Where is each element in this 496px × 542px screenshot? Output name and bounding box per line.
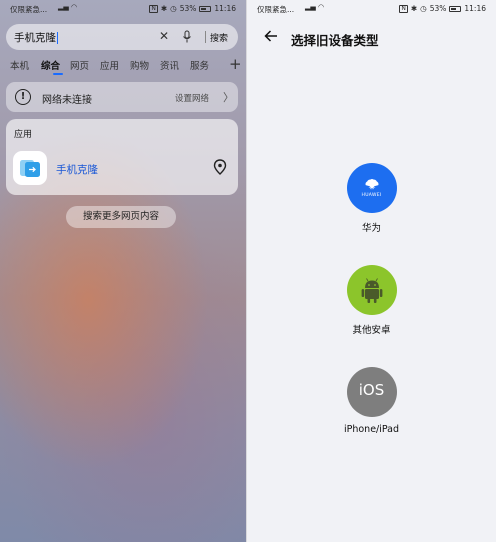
search-more-web-button[interactable]: 搜索更多网页内容 [66,206,176,228]
app-results-card: 应用 手机克隆 [6,119,238,195]
microphone-icon[interactable] [182,30,192,44]
battery-icon [199,5,212,12]
tab-apps[interactable]: 应用 [100,58,119,72]
add-tab-button[interactable]: + [229,55,242,73]
clock: 11:16 [214,4,236,13]
phone-clone-app-icon[interactable] [13,151,47,185]
network-settings-link[interactable]: 设置网络 [175,92,209,104]
signal-wifi-icon: ▂▄ ◠ [58,3,78,11]
device-option-huawei[interactable]: HUAWEI 华为 [247,163,496,234]
ios-logo-text: iOS [358,381,385,399]
device-option-ios[interactable]: iOS iPhone/iPad [247,367,496,435]
nfc-icon: N [399,4,408,13]
carrier-text: 仅限紧急... [257,5,295,14]
back-arrow-icon[interactable] [263,28,279,44]
text-cursor [57,32,58,44]
network-warning-card[interactable]: ! 网络未连接 设置网络 〉 [6,82,238,112]
huawei-logo-text: HUAWEI [361,193,382,198]
tab-all[interactable]: 综合 [41,58,60,72]
clear-icon[interactable]: ✕ [159,29,169,43]
page-title: 选择旧设备类型 [291,33,379,48]
network-status-text: 网络未连接 [42,95,92,106]
app-name-link[interactable]: 手机克隆 [56,162,98,177]
device-select-screen: 仅限紧急... ▂▄ ◠ N ✱ ◷ 53% 11:16 选择旧设备类型 HUA… [247,0,496,542]
search-bar[interactable]: 手机克隆 ✕ 搜索 [6,24,238,50]
signal-wifi-icon: ▂▄ ◠ [305,3,325,11]
device-label-android: 其他安卓 [352,325,391,336]
search-tabs: 本机 综合 网页 应用 购物 资讯 服务 + [10,55,246,75]
ios-logo-icon: iOS [346,367,397,417]
page-header: 选择旧设备类型 [247,26,496,50]
search-button[interactable]: 搜索 [210,31,228,44]
device-option-android[interactable]: 其他安卓 [247,265,496,336]
carrier-text: 仅限紧急... [10,5,48,14]
tab-shopping[interactable]: 购物 [130,58,149,72]
tab-local[interactable]: 本机 [10,58,29,72]
alarm-icon: ◷ [170,4,177,13]
device-label-ios: iPhone/iPad [343,424,400,435]
status-bar: 仅限紧急... ▂▄ ◠ N ✱ ◷ 53% 11:16 [0,0,246,18]
device-label-huawei: 华为 [361,223,381,234]
tab-services[interactable]: 服务 [190,58,209,72]
clock: 11:16 [464,4,486,13]
active-tab-indicator [53,73,63,75]
status-bar: 仅限紧急... ▂▄ ◠ N ✱ ◷ 53% 11:16 [247,0,496,18]
nfc-icon: N [149,4,158,13]
bluetooth-icon: ✱ [160,4,168,13]
section-title: 应用 [14,130,33,140]
search-screen: 仅限紧急... ▂▄ ◠ N ✱ ◷ 53% 11:16 手机克隆 ✕ 搜索 本… [0,0,246,542]
battery-icon [449,5,462,12]
android-logo-icon [346,265,397,315]
tab-web[interactable]: 网页 [70,58,89,72]
search-input[interactable]: 手机克隆 [14,30,58,45]
location-pin-icon[interactable] [213,159,227,175]
chevron-right-icon: 〉 [223,91,234,104]
tab-news[interactable]: 资讯 [160,58,179,72]
bluetooth-icon: ✱ [410,4,418,13]
battery-percent: 53% [179,4,197,13]
search-divider [205,31,206,43]
alarm-icon: ◷ [420,4,427,13]
battery-percent: 53% [429,4,447,13]
alert-icon: ! [15,89,31,105]
huawei-logo-icon: HUAWEI [346,163,397,213]
